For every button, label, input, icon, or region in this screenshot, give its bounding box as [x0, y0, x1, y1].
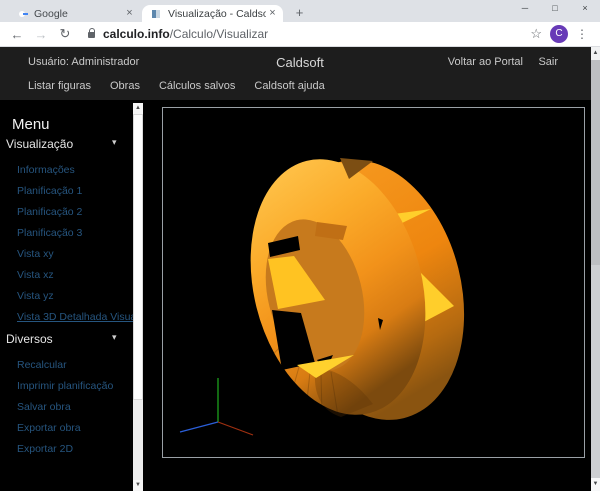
sidebar-item-planificacao-1[interactable]: Planificação 1: [0, 181, 133, 202]
header-nav: Listar figuras Obras Cálculos salvos Cal…: [28, 80, 325, 92]
url-domain: calculo.info: [103, 27, 170, 41]
sidebar-item-planificacao-3[interactable]: Planificação 3: [0, 223, 133, 244]
page-body: Menu Visualização ▾ Informações Planific…: [0, 100, 600, 491]
sidebar-item-vista-xz[interactable]: Vista xz: [0, 265, 133, 286]
tab-google[interactable]: Google ×: [8, 5, 140, 22]
sidebar-item-exportar-obra[interactable]: Exportar obra: [0, 418, 133, 439]
back-icon[interactable]: ←: [10, 27, 24, 42]
sidebar-item-recalcular[interactable]: Recalcular: [0, 355, 133, 376]
sidebar-scrollbar[interactable]: ▲ ▼: [133, 103, 143, 491]
sidebar-title: Menu: [12, 116, 133, 133]
axes-indicator: [180, 378, 253, 435]
tab-title: Visualização - Caldsoft: [168, 8, 266, 20]
page-scrollbar[interactable]: ▲ ▼: [591, 47, 600, 491]
nav-caldsoft-ajuda[interactable]: Caldsoft ajuda: [254, 80, 324, 92]
nav-listar-figuras[interactable]: Listar figuras: [28, 80, 91, 92]
profile-avatar[interactable]: C: [550, 25, 568, 43]
reload-icon[interactable]: ↻: [58, 26, 72, 42]
url-path: /Calculo/Visualizar: [170, 27, 269, 41]
sidebar-item-vista-xy[interactable]: Vista xy: [0, 244, 133, 265]
user-label: Usuário: Administrador: [28, 56, 139, 68]
browser-menu-icon[interactable]: ⋮: [576, 27, 588, 41]
scroll-down-icon[interactable]: ▼: [133, 480, 143, 491]
section-diversos[interactable]: Diversos ▾: [0, 328, 133, 349]
logout-link[interactable]: Sair: [538, 56, 558, 68]
tab-close-icon[interactable]: ×: [123, 7, 136, 20]
page-header: Usuário: Administrador Caldsoft Voltar a…: [0, 47, 600, 100]
chevron-down-icon: ▾: [112, 332, 117, 343]
tab-caldsoft[interactable]: Visualização - Caldsoft ×: [142, 5, 283, 22]
section-visualizacao[interactable]: Visualização ▾: [0, 133, 133, 154]
close-button[interactable]: ×: [570, 0, 600, 17]
sidebar-item-vista-3d-detalhada[interactable]: Vista 3D Detalhada Visualizar: [0, 307, 133, 328]
sidebar: Menu Visualização ▾ Informações Planific…: [0, 100, 133, 491]
sidebar-item-imprimir-planificacao[interactable]: Imprimir planificação: [0, 376, 133, 397]
window-controls: ─ □ ×: [510, 0, 600, 17]
chevron-down-icon: ▾: [112, 137, 117, 148]
scroll-up-icon[interactable]: ▲: [591, 47, 600, 60]
sidebar-item-informacoes[interactable]: Informações: [0, 160, 133, 181]
sidebar-scrollbar-thumb[interactable]: [133, 114, 143, 400]
nav-obras[interactable]: Obras: [110, 80, 140, 92]
lock-icon: [88, 32, 95, 38]
impeller-model: [163, 108, 584, 457]
sidebar-item-exportar-2d[interactable]: Exportar 2D: [0, 439, 133, 460]
browser-toolbar: ← → ↻ calculo.info/Calculo/Visualizar ☆ …: [0, 22, 600, 47]
browser-window: Google × Visualização - Caldsoft × + ─ □…: [0, 0, 600, 491]
url-bar[interactable]: calculo.info/Calculo/Visualizar: [103, 27, 268, 41]
tab-strip: Google × Visualização - Caldsoft × + ─ □…: [0, 0, 600, 22]
maximize-button[interactable]: □: [540, 0, 570, 17]
sidebar-item-planificacao-2[interactable]: Planificação 2: [0, 202, 133, 223]
forward-icon[interactable]: →: [34, 27, 48, 42]
tab-close-icon[interactable]: ×: [266, 7, 279, 20]
page-scrollbar-thumb[interactable]: [591, 60, 600, 265]
minimize-button[interactable]: ─: [510, 0, 540, 17]
new-tab-button[interactable]: +: [291, 5, 308, 22]
viewport-3d[interactable]: [162, 107, 585, 458]
nav-calculos-salvos[interactable]: Cálculos salvos: [159, 80, 235, 92]
sidebar-item-salvar-obra[interactable]: Salvar obra: [0, 397, 133, 418]
brand-title: Caldsoft: [276, 55, 324, 70]
scroll-up-icon[interactable]: ▲: [133, 103, 143, 114]
google-g-icon: [16, 8, 28, 20]
tab-title: Google: [34, 8, 123, 20]
sidebar-item-vista-yz[interactable]: Vista yz: [0, 286, 133, 307]
bookmark-star-icon[interactable]: ☆: [530, 26, 542, 42]
caldsoft-favicon-icon: [150, 8, 162, 20]
scroll-down-icon[interactable]: ▼: [591, 478, 600, 491]
portal-link[interactable]: Voltar ao Portal: [448, 56, 523, 68]
